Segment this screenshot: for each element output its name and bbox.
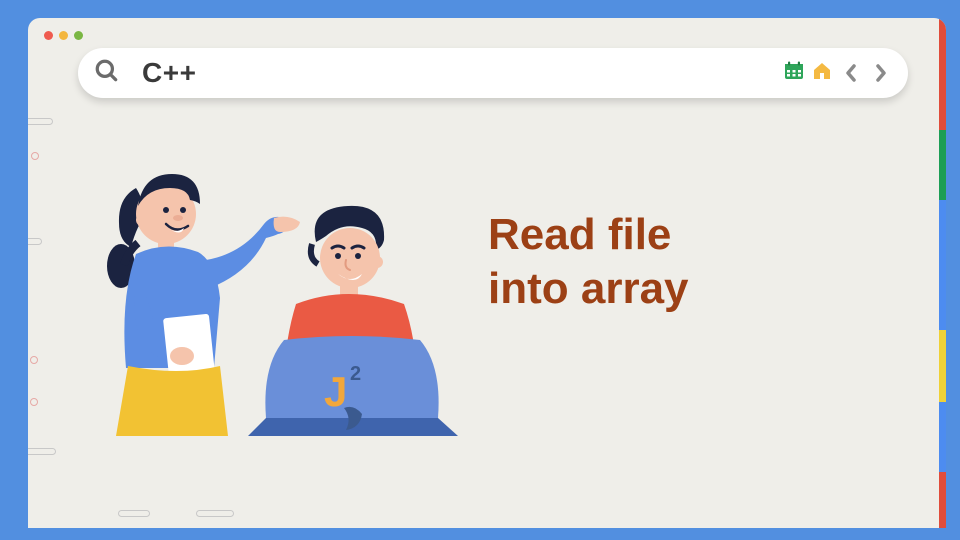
close-icon[interactable]	[44, 31, 53, 40]
color-stripe	[939, 330, 946, 402]
window-controls	[44, 31, 83, 40]
color-stripe	[939, 130, 946, 200]
page-title: Read file into array	[488, 208, 689, 315]
decorative-circle	[30, 356, 38, 364]
decorative-pill	[196, 510, 234, 517]
decorative-pill	[28, 238, 42, 245]
color-stripe	[939, 402, 946, 472]
headline-line-2: into array	[488, 262, 689, 316]
decorative-pill	[28, 118, 53, 125]
app-window: C++	[28, 18, 946, 528]
calendar-icon[interactable]	[784, 61, 804, 86]
color-stripe	[939, 472, 946, 528]
decorative-pill	[28, 448, 56, 455]
laptop-logo-superscript: 2	[350, 363, 361, 385]
toolbar-icons	[784, 59, 892, 87]
laptop-logo-letter: J	[324, 368, 347, 415]
search-bar: C++	[78, 48, 908, 98]
chevron-left-icon[interactable]	[840, 59, 862, 87]
color-stripe	[939, 200, 946, 330]
color-stripe	[939, 18, 946, 130]
headline-line-1: Read file	[488, 208, 689, 262]
home-icon[interactable]	[812, 61, 832, 86]
people-illustration: J 2	[88, 148, 458, 458]
decorative-circle	[31, 152, 39, 160]
chevron-right-icon[interactable]	[870, 59, 892, 87]
maximize-icon[interactable]	[74, 31, 83, 40]
search-input[interactable]: C++	[120, 57, 784, 89]
minimize-icon[interactable]	[59, 31, 68, 40]
decorative-pill	[118, 510, 150, 517]
search-icon[interactable]	[94, 58, 120, 89]
decorative-circle	[30, 398, 38, 406]
